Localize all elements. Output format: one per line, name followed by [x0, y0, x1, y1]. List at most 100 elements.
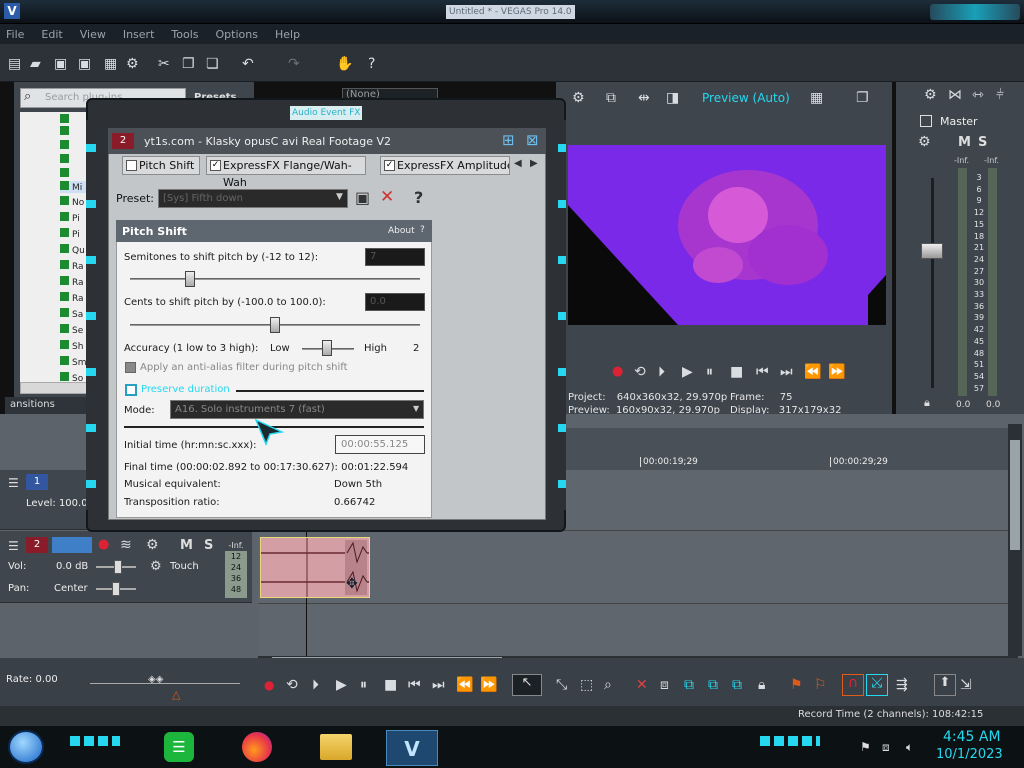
semitones-slider[interactable]: [130, 278, 420, 280]
tray-flag-icon[interactable]: ⚑: [860, 740, 871, 754]
tree-row-sh[interactable]: Sh: [60, 340, 83, 352]
cents-input[interactable]: 0.0: [365, 293, 425, 311]
mode-select[interactable]: A16. Solo instruments 7 (fast): [170, 400, 424, 419]
auto-crossfade-icon[interactable]: ⤩: [866, 674, 888, 696]
lock-envelopes-icon[interactable]: ⬆: [934, 674, 956, 696]
master-mono-icon[interactable]: ⇿: [972, 87, 984, 103]
paste-icon[interactable]: ❏: [206, 56, 219, 72]
vegas-logo-icon[interactable]: V: [4, 3, 20, 19]
pan-slider-handle[interactable]: [112, 582, 120, 596]
tab-scroll-left-icon[interactable]: ◀: [514, 158, 522, 169]
cents-slider-handle[interactable]: [270, 317, 280, 333]
split-screen-icon[interactable]: ⇹: [638, 90, 650, 106]
envelope-tool-icon[interactable]: ⤡: [556, 677, 567, 693]
tree-row-2[interactable]: [60, 126, 72, 138]
tree-row-ra-3[interactable]: Ra: [60, 292, 84, 304]
file-explorer-icon[interactable]: [320, 734, 352, 760]
tab-flange-wah[interactable]: ✓ ExpressFX Flange/Wah-Wah: [206, 156, 366, 189]
main-go-end-icon[interactable]: ⏭: [432, 677, 445, 693]
tree-row-ra-2[interactable]: Ra: [60, 276, 84, 288]
green-app-icon[interactable]: ☰: [164, 732, 194, 762]
redo-icon[interactable]: ↷: [288, 56, 300, 72]
audio-track-collapse-icon[interactable]: ☰: [8, 539, 19, 553]
tree-row-3[interactable]: [60, 140, 72, 152]
tree-row-sa[interactable]: Sa: [60, 308, 83, 320]
selection-tool-icon[interactable]: ⬚: [580, 677, 593, 693]
delete-icon[interactable]: ✕: [636, 677, 648, 693]
rate-marker-icon[interactable]: ◈◈: [148, 674, 163, 685]
video-track-collapse-icon[interactable]: ☰: [8, 476, 19, 490]
preview-mode-dropdown[interactable]: Preview (Auto): [702, 91, 790, 105]
external-monitor-icon[interactable]: ⧉: [606, 90, 616, 106]
copy-icon[interactable]: ❐: [182, 56, 195, 72]
help-icon[interactable]: ?: [368, 56, 375, 72]
tree-row-pi-2[interactable]: Pi: [60, 228, 80, 240]
menu-file[interactable]: File: [6, 28, 24, 41]
fx-chain-icon[interactable]: ⊞: [502, 131, 515, 149]
new-icon[interactable]: ▤: [8, 56, 21, 72]
properties-icon[interactable]: ⚙: [126, 56, 139, 72]
trim-end-icon[interactable]: ⧉: [708, 677, 718, 693]
remove-fx-icon[interactable]: ⊠: [526, 131, 539, 149]
window-controls[interactable]: [930, 4, 1020, 20]
tree-row-sm[interactable]: Sm: [60, 356, 86, 368]
menu-view[interactable]: View: [80, 28, 106, 41]
tree-row-4[interactable]: [60, 154, 72, 166]
menu-tools[interactable]: Tools: [171, 28, 198, 41]
preserve-duration-checkbox[interactable]: [125, 384, 137, 396]
tree-row-qu[interactable]: Qu: [60, 244, 85, 256]
master-fader-handle[interactable]: [921, 243, 943, 259]
region-icon[interactable]: ⚐: [814, 677, 827, 693]
save-as-icon[interactable]: ▣: [78, 56, 91, 72]
master-fx-icon[interactable]: ⚙: [918, 134, 931, 150]
plugin-help-icon[interactable]: ?: [414, 188, 423, 207]
network-icon[interactable]: ⧈: [882, 740, 890, 755]
tool-icon[interactable]: ✋: [336, 56, 353, 72]
record-icon[interactable]: ●: [612, 364, 623, 379]
render-icon[interactable]: ▦: [104, 56, 117, 72]
go-to-end-icon[interactable]: ⏭: [780, 364, 793, 380]
undo-icon[interactable]: ↶: [242, 56, 254, 72]
loop-icon[interactable]: ⟲: [634, 364, 646, 380]
amplitude-checkbox[interactable]: ✓: [384, 160, 395, 171]
menu-options[interactable]: Options: [216, 28, 258, 41]
main-pause-icon[interactable]: ⏸: [360, 677, 367, 693]
play-icon[interactable]: ▶: [682, 364, 693, 380]
tree-scrollbar[interactable]: [20, 382, 90, 394]
normal-edit-tool-icon[interactable]: ↖: [512, 674, 542, 696]
vegas-taskbar-icon[interactable]: V: [386, 730, 438, 766]
copy-snapshot-icon[interactable]: ❐: [856, 90, 869, 106]
menu-insert[interactable]: Insert: [123, 28, 155, 41]
master-downmix-icon[interactable]: ⋈: [948, 87, 962, 103]
tree-row-pi[interactable]: Pi: [60, 212, 80, 224]
main-play-icon[interactable]: ▶: [336, 677, 347, 693]
main-next-frame-icon[interactable]: ⏩: [480, 677, 497, 693]
master-settings-icon[interactable]: ⚙: [924, 87, 937, 103]
edit-options-icon[interactable]: ⇲: [960, 677, 972, 693]
audio-mute-button[interactable]: M: [180, 538, 193, 553]
accuracy-slider-handle[interactable]: [322, 340, 332, 356]
volume-icon[interactable]: 🔈︎: [906, 740, 913, 755]
trim-icon[interactable]: ⧈: [660, 677, 669, 693]
tree-row-1[interactable]: [60, 114, 72, 126]
tab-transitions[interactable]: ansitions: [10, 399, 55, 410]
preset-select[interactable]: [Sys] Fifth down: [158, 189, 348, 208]
menu-help[interactable]: Help: [275, 28, 300, 41]
main-play-from-start-icon[interactable]: ⏵: [312, 677, 319, 693]
rate-slider[interactable]: [90, 683, 240, 684]
audio-track-name[interactable]: [52, 537, 92, 553]
semitones-slider-handle[interactable]: [185, 271, 195, 287]
lock-icon[interactable]: 🔒︎: [758, 677, 765, 693]
save-preset-icon[interactable]: ▣: [355, 188, 370, 207]
cut-icon[interactable]: ✂: [158, 56, 170, 72]
tree-row-ra[interactable]: Ra: [60, 260, 84, 272]
delete-preset-icon[interactable]: ✕: [380, 187, 394, 207]
antialias-checkbox[interactable]: [125, 362, 136, 373]
go-to-start-icon[interactable]: ⏮: [756, 364, 769, 380]
menu-edit[interactable]: Edit: [41, 28, 62, 41]
audio-fx-icon[interactable]: ⚙: [146, 537, 159, 553]
preview-settings-icon[interactable]: ⚙: [572, 90, 585, 106]
master-lock-icon[interactable]: 🔒︎: [924, 396, 930, 410]
prev-frame-icon[interactable]: ⏪: [804, 364, 821, 380]
about-icon[interactable]: ?: [420, 225, 425, 235]
